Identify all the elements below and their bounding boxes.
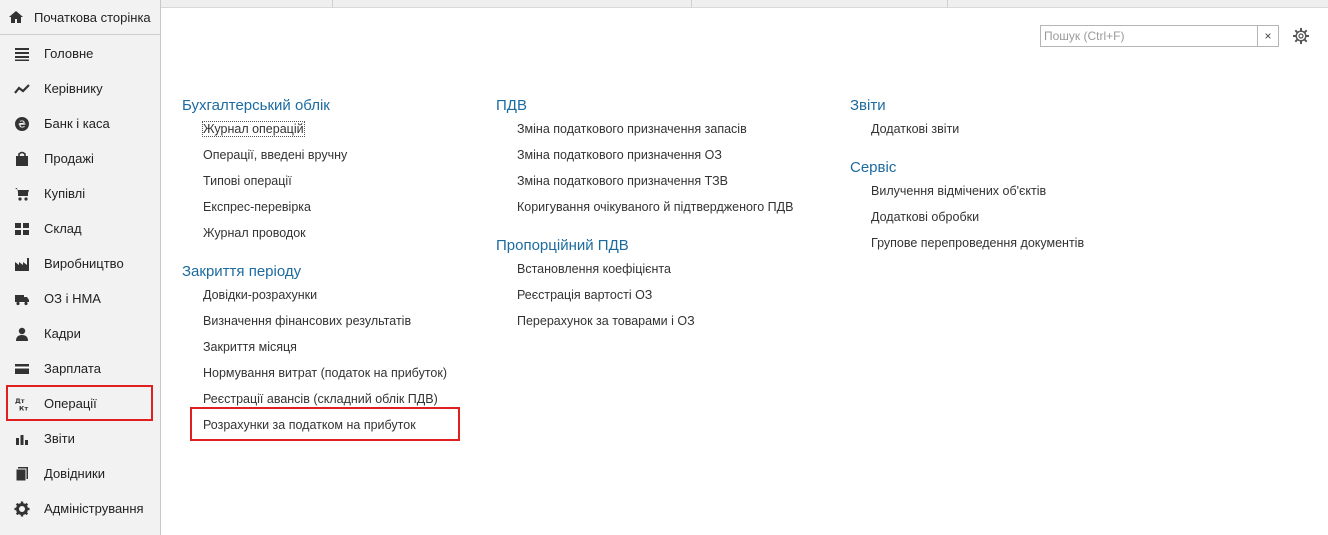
section-title: Закриття періоду (182, 263, 302, 280)
person-icon (14, 326, 30, 342)
section-title: Пропорційний ПДВ (496, 237, 629, 254)
section-title: ПДВ (496, 97, 527, 114)
link-set-coefficient[interactable]: Встановлення коефіцієнта (496, 256, 793, 282)
link-fixed-asset-cost-registration[interactable]: Реєстрація вартості ОЗ (496, 282, 793, 308)
bag-icon (14, 151, 30, 167)
sidebar-item-production[interactable]: Виробництво (0, 246, 160, 281)
book-icon (14, 466, 30, 482)
sidebar-item-label: Зарплата (44, 361, 101, 376)
link-income-tax-calculations[interactable]: Розрахунки за податком на прибуток (182, 412, 447, 438)
sidebar-item-label: Склад (44, 221, 82, 236)
link-express-check[interactable]: Експрес-перевірка (182, 194, 447, 220)
sidebar-item-label: Виробництво (44, 256, 124, 271)
link-delete-marked-objects[interactable]: Вилучення відмічених об'єктів (850, 178, 1084, 204)
column-reports-service: Звіти Додаткові звіти Сервіс Вилучення в… (850, 96, 1084, 256)
link-group-reposting[interactable]: Групове перепроведення документів (850, 230, 1084, 256)
sidebar-nav: Головне Керівнику ₴ Банк і каса Продажі … (0, 36, 160, 526)
column-accounting: Бухгалтерський облік Журнал операцій Опе… (182, 96, 447, 438)
link-advance-registrations[interactable]: Реєстрації авансів (складний облік ПДВ) (182, 386, 447, 412)
sidebar-item-directories[interactable]: Довідники (0, 456, 160, 491)
sidebar-item-label: Кадри (44, 326, 81, 341)
sidebar-item-label: Операції (44, 396, 97, 411)
sidebar-item-purchases[interactable]: Купівлі (0, 176, 160, 211)
link-manual-operations[interactable]: Операції, введені вручну (182, 142, 447, 168)
section-title: Звіти (850, 97, 886, 114)
dt-kt-icon: Дт Кт (14, 396, 30, 412)
sidebar-item-bank[interactable]: ₴ Банк і каса (0, 106, 160, 141)
link-typical-operations[interactable]: Типові операції (182, 168, 447, 194)
factory-icon (14, 256, 30, 272)
search-box: × (1040, 25, 1279, 47)
sidebar-item-label: ОЗ і НМА (44, 291, 101, 306)
link-month-closing[interactable]: Закриття місяця (182, 334, 447, 360)
section-title: Сервіс (850, 159, 897, 176)
bar-chart-icon (14, 431, 30, 447)
sidebar-item-operations[interactable]: Дт Кт Операції (0, 386, 160, 421)
column-vat: ПДВ Зміна податкового призначення запасі… (496, 96, 793, 334)
clear-search-button[interactable]: × (1257, 26, 1278, 46)
tab-separator (947, 0, 948, 7)
sidebar-item-hr[interactable]: Кадри (0, 316, 160, 351)
menu-lines-icon (14, 46, 30, 62)
sidebar-item-label: Звіти (44, 431, 75, 446)
link-entries-journal[interactable]: Журнал проводок (182, 220, 447, 246)
sidebar-item-label: Продажі (44, 151, 94, 166)
link-additional-processing[interactable]: Додаткові обробки (850, 204, 1084, 230)
sidebar-item-warehouse[interactable]: Склад (0, 211, 160, 246)
link-label: Журнал операцій (202, 121, 305, 137)
truck-icon (14, 291, 30, 307)
sidebar-item-reports[interactable]: Звіти (0, 421, 160, 456)
link-financial-results[interactable]: Визначення фінансових результатів (182, 308, 447, 334)
link-expense-rationing[interactable]: Нормування витрат (податок на прибуток) (182, 360, 447, 386)
settings-gear-icon[interactable] (1292, 27, 1310, 45)
link-goods-recalculation[interactable]: Перерахунок за товарами і ОЗ (496, 308, 793, 334)
sidebar-item-label: Купівлі (44, 186, 86, 201)
sidebar-item-label: Головне (44, 46, 94, 61)
sidebar-item-sales[interactable]: Продажі (0, 141, 160, 176)
search-input[interactable] (1041, 27, 1257, 45)
home-link[interactable]: Початкова сторінка (0, 0, 160, 35)
link-reference-calculations[interactable]: Довідки-розрахунки (182, 282, 447, 308)
sidebar-item-main[interactable]: Головне (0, 36, 160, 71)
link-vat-inventory-change[interactable]: Зміна податкового призначення запасів (496, 116, 793, 142)
link-operations-journal[interactable]: Журнал операцій (182, 116, 447, 142)
tab-strip (161, 0, 1328, 8)
sidebar-item-label: Банк і каса (44, 116, 110, 131)
svg-text:₴: ₴ (18, 119, 26, 130)
warehouse-icon (14, 221, 30, 237)
link-vat-adjustment[interactable]: Коригування очікуваного й підтвердженого… (496, 194, 793, 220)
sidebar-item-manager[interactable]: Керівнику (0, 71, 160, 106)
coin-icon: ₴ (14, 116, 30, 132)
cart-icon (14, 186, 30, 202)
link-vat-fixed-assets-change[interactable]: Зміна податкового призначення ОЗ (496, 142, 793, 168)
section-title: Бухгалтерський облік (182, 97, 330, 114)
sidebar-item-salary[interactable]: Зарплата (0, 351, 160, 386)
home-label: Початкова сторінка (34, 9, 151, 25)
sidebar-item-label: Керівнику (44, 81, 103, 96)
sidebar-item-admin[interactable]: Адміністрування (0, 491, 160, 526)
gear-icon (14, 501, 30, 517)
sidebar-item-label: Довідники (44, 466, 105, 481)
tab-separator (332, 0, 333, 7)
home-icon (9, 11, 23, 23)
sidebar-item-label: Адміністрування (44, 501, 144, 516)
link-vat-lvi-change[interactable]: Зміна податкового призначення ТЗВ (496, 168, 793, 194)
sidebar: Початкова сторінка Головне Керівнику ₴ Б… (0, 0, 161, 535)
svg-text:Кт: Кт (19, 404, 28, 412)
link-additional-reports[interactable]: Додаткові звіти (850, 116, 1084, 142)
trend-icon (14, 81, 30, 97)
card-icon (14, 361, 30, 377)
sidebar-item-fixed-assets[interactable]: ОЗ і НМА (0, 281, 160, 316)
tab-separator (691, 0, 692, 7)
